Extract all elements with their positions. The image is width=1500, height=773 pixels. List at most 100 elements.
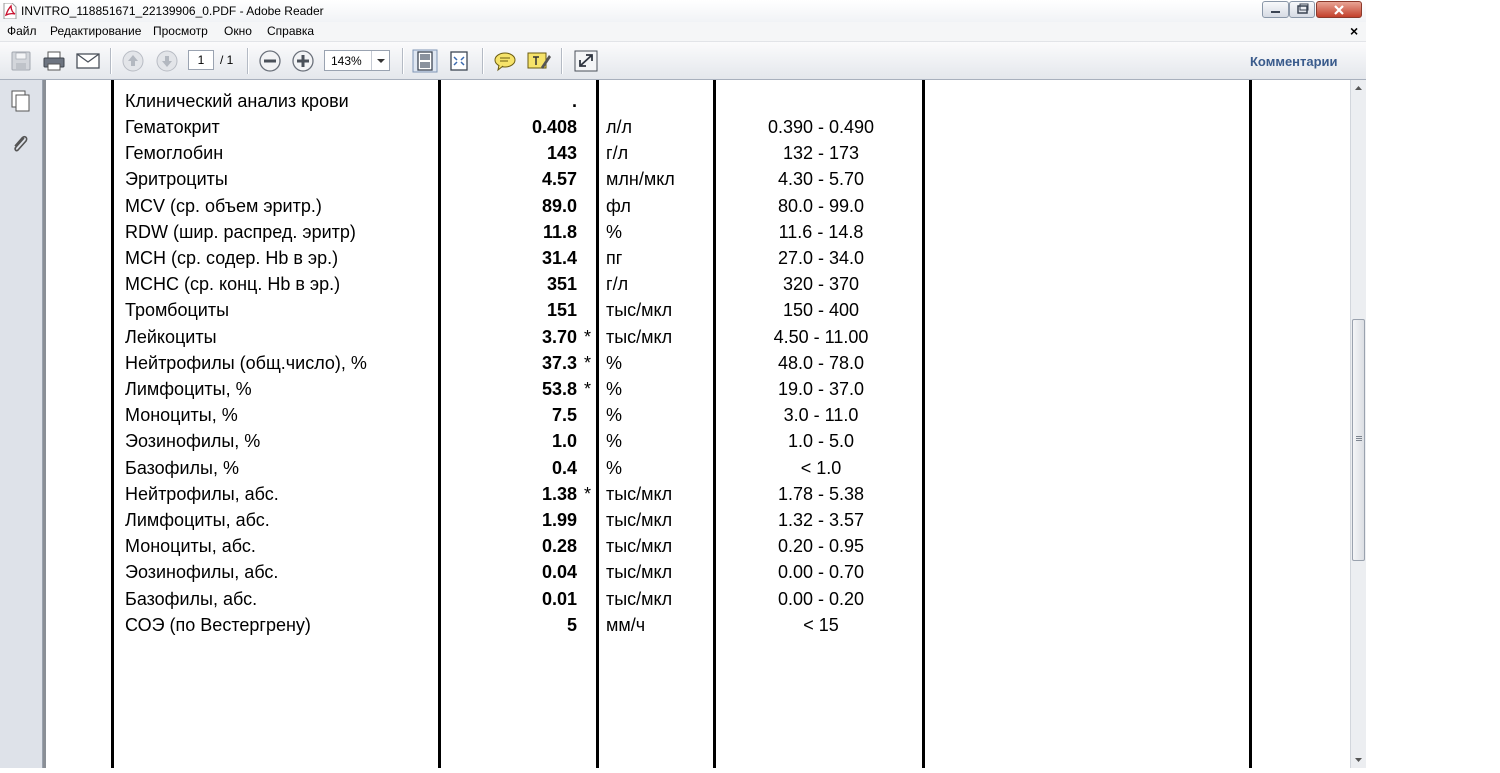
chevron-down-icon[interactable] xyxy=(371,51,390,70)
table-row: Лейкоциты 3.70 * тыс/мкл 4.50 - 11.00 xyxy=(46,327,1350,351)
fit-width-icon[interactable] xyxy=(446,49,472,73)
test-name: Моноциты, абс. xyxy=(125,536,256,557)
result-value: 31.4 xyxy=(541,248,577,268)
highlight-icon[interactable] xyxy=(525,49,551,73)
reference-range: 0.20 - 0.95 xyxy=(777,536,865,557)
page-number-input[interactable] xyxy=(188,50,214,70)
vertical-scrollbar[interactable] xyxy=(1350,80,1366,768)
unit: тыс/мкл xyxy=(606,300,673,321)
title-bar: INVITRO_118851671_22139906_0.PDF - Adobe… xyxy=(0,0,1366,22)
result-value: 1.99 xyxy=(541,510,577,530)
result-value: 5 xyxy=(566,614,577,635)
test-name: Нейтрофилы (общ.число), % xyxy=(125,352,367,373)
report-section-header: Клинический анализ крови . xyxy=(46,91,1350,115)
pdf-page: Клинический анализ крови . Гематокрит 0.4… xyxy=(46,80,1350,768)
scroll-down-icon[interactable] xyxy=(1351,752,1366,768)
section-value: . xyxy=(571,91,577,111)
document-view[interactable]: Клинический анализ крови . Гематокрит 0.4… xyxy=(43,80,1350,768)
email-icon[interactable] xyxy=(75,49,101,73)
close-window-button[interactable] xyxy=(1316,1,1362,18)
result-value: 0.28 xyxy=(541,536,577,557)
zoom-in-icon[interactable] xyxy=(290,49,316,73)
out-of-range-flag: * xyxy=(584,352,592,373)
unit: % xyxy=(606,379,623,399)
print-icon[interactable] xyxy=(41,49,67,73)
reference-range: 0.00 - 0.70 xyxy=(777,562,865,583)
comments-panel-button[interactable]: Комментарии xyxy=(1250,54,1338,69)
menu-window[interactable]: Окно xyxy=(224,24,252,38)
reference-range: 11.6 - 14.8 xyxy=(778,221,864,242)
zoom-out-icon[interactable] xyxy=(257,49,283,73)
unit: л/л xyxy=(606,117,633,137)
result-value: 0.04 xyxy=(541,562,577,583)
unit: тыс/мкл xyxy=(606,562,673,583)
menu-bar: Файл Редактирование Просмотр Окно Справк… xyxy=(0,22,1366,42)
zoom-select[interactable]: 143% xyxy=(324,50,390,71)
test-name: Эозинофилы, % xyxy=(125,431,261,452)
menu-help[interactable]: Справка xyxy=(267,24,314,38)
table-row: Базофилы, абс. 0.01 тыс/мкл 0.00 - 0.20 xyxy=(46,589,1350,613)
result-value: 37.3 xyxy=(541,352,577,373)
table-row: Тромбоциты 151 тыс/мкл 150 - 400 xyxy=(46,300,1350,324)
test-name: Эозинофилы, абс. xyxy=(125,562,279,583)
result-value: 0.408 xyxy=(531,117,577,137)
test-name: Лимфоциты, % xyxy=(125,379,252,399)
result-value: 11.8 xyxy=(542,221,577,242)
result-value: 1.38 xyxy=(541,483,577,504)
table-row: Эозинофилы, % 1.0% 1.0 - 5.0 xyxy=(46,431,1350,455)
test-name: MCH (ср. содер. Hb в эр.) xyxy=(125,248,339,268)
unit: % xyxy=(606,221,623,242)
test-name: Тромбоциты xyxy=(125,300,230,321)
reference-range: 3.0 - 11.0 xyxy=(783,405,859,426)
test-name: Моноциты, % xyxy=(125,405,238,426)
attachments-panel-icon[interactable] xyxy=(9,132,31,156)
pdf-file-icon xyxy=(3,2,17,20)
table-row: Лимфоциты, % 53.8 *% 19.0 - 37.0 xyxy=(46,379,1350,403)
table-row: СОЭ (по Вестергрену) 5 мм/ч < 15 xyxy=(46,615,1350,639)
menu-edit[interactable]: Редактирование xyxy=(50,24,141,38)
expand-icon[interactable] xyxy=(573,49,599,73)
test-name: MCV (ср. объем эритр.) xyxy=(125,195,322,216)
next-page-icon[interactable] xyxy=(154,49,180,73)
menu-view[interactable]: Просмотр xyxy=(153,24,208,38)
test-name: Эритроциты xyxy=(125,169,228,190)
test-name: Лимфоциты, абс. xyxy=(125,510,270,530)
adobe-reader-window: INVITRO_118851671_22139906_0.PDF - Adobe… xyxy=(0,0,1366,768)
pages-panel-icon[interactable] xyxy=(9,89,31,113)
table-row: Нейтрофилы (общ.число), % 37.3 *% 48.0 - 78… xyxy=(46,353,1350,377)
reference-range: < 15 xyxy=(803,614,839,635)
test-name: СОЭ (по Вестергрену) xyxy=(125,614,311,635)
reference-range: 150 - 400 xyxy=(782,300,860,321)
table-row: MCHC (ср. конц. Hb в эр.) 351 г/л 320 - 370 xyxy=(46,274,1350,298)
unit: млн/мкл xyxy=(606,169,675,190)
unit: тыс/мкл xyxy=(606,326,673,347)
unit: % xyxy=(606,405,623,426)
section-title: Клинический анализ крови xyxy=(125,91,349,111)
reference-range: 4.30 - 5.70 xyxy=(777,169,865,190)
minimize-button[interactable] xyxy=(1262,1,1289,18)
result-value: 0.01 xyxy=(541,588,577,609)
unit: пг xyxy=(606,248,623,268)
save-icon[interactable] xyxy=(8,49,34,73)
table-row: RDW (шир. распред. эритр) 11.8% 11.6 - 14.… xyxy=(46,222,1350,246)
prev-page-icon[interactable] xyxy=(120,49,146,73)
maximize-button[interactable] xyxy=(1289,1,1315,18)
table-row: Моноциты, % 7.5% 3.0 - 11.0 xyxy=(46,405,1350,429)
unit: г/л xyxy=(606,143,629,164)
sticky-note-icon[interactable] xyxy=(492,49,518,73)
test-name: MCHC (ср. конц. Hb в эр.) xyxy=(125,274,341,295)
reference-range: < 1.0 xyxy=(800,457,842,478)
zoom-value: 143% xyxy=(331,54,362,68)
unit: тыс/мкл xyxy=(606,483,673,504)
menu-file[interactable]: Файл xyxy=(7,24,37,38)
test-name: Лейкоциты xyxy=(125,326,217,347)
close-document-icon[interactable]: × xyxy=(1350,23,1358,39)
result-value: 53.8 xyxy=(541,379,577,399)
table-row: Эозинофилы, абс. 0.04 тыс/мкл 0.00 - 0.70 xyxy=(46,562,1350,586)
result-value: 143 xyxy=(546,143,577,164)
scroll-thumb[interactable] xyxy=(1352,319,1365,561)
reference-range: 27.0 - 34.0 xyxy=(777,248,865,268)
scroll-up-icon[interactable] xyxy=(1351,80,1366,96)
unit: г/л xyxy=(606,274,629,295)
fit-page-icon[interactable] xyxy=(412,49,438,73)
